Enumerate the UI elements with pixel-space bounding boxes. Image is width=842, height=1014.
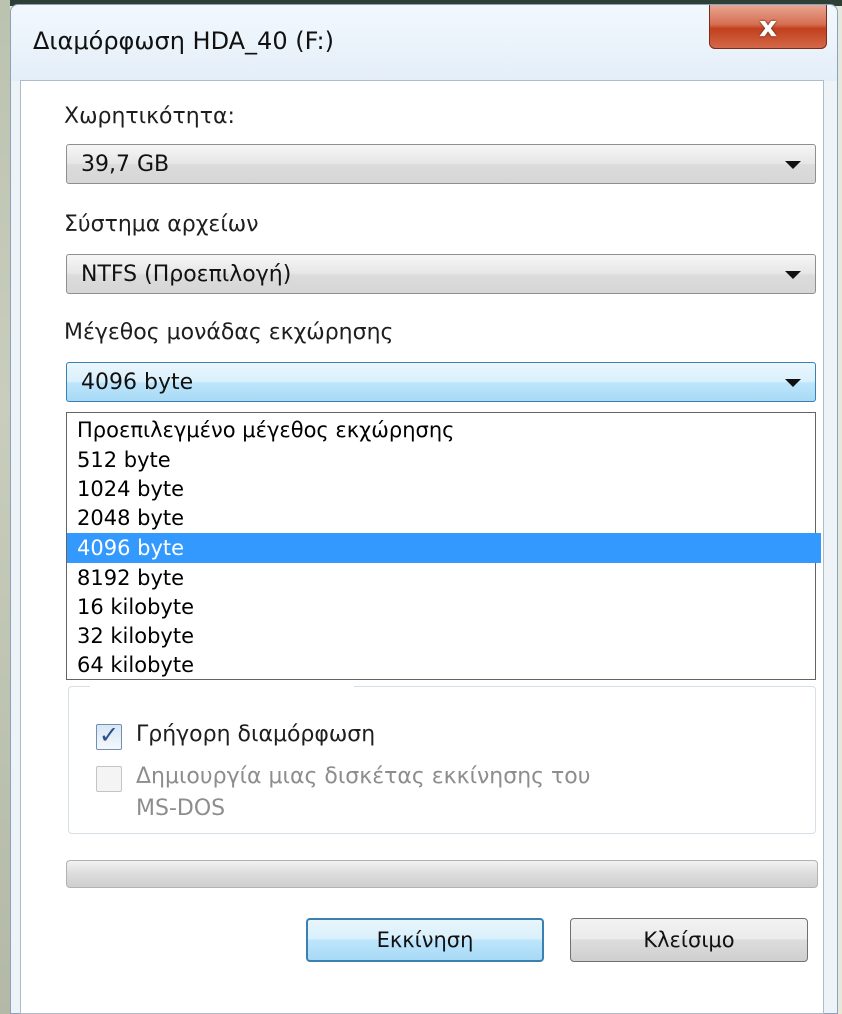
capacity-label: Χωρητικότητα: — [64, 104, 235, 129]
window-title: Διαμόρφωση HDA_40 (F:) — [33, 27, 334, 55]
capacity-value: 39,7 GB — [81, 152, 170, 177]
checkmark-icon: ✓ — [99, 721, 120, 749]
desktop-background — [0, 0, 10, 1014]
dropdown-option-64k[interactable]: 64 kilobyte — [67, 650, 821, 680]
chevron-down-icon — [785, 161, 801, 169]
close-icon: x — [758, 10, 778, 43]
msdos-disk-label-line1: Δημιουργία μιας δισκέτας εκκίνησης του — [136, 764, 591, 789]
dropdown-option-default[interactable]: Προεπιλεγμένο μέγεθος εκχώρησης — [67, 415, 821, 445]
filesystem-value: NTFS (Προεπιλογή) — [81, 262, 292, 287]
quick-format-checkbox[interactable]: ✓ — [96, 721, 122, 750]
msdos-disk-label-line2: MS-DOS — [136, 796, 226, 821]
msdos-disk-checkbox[interactable] — [96, 766, 122, 792]
allocation-dropdown-list[interactable]: Προεπιλεγμένο μέγεθος εκχώρησης 512 byte… — [66, 412, 821, 680]
chevron-down-icon — [785, 379, 801, 387]
allocation-label: Μέγεθος μονάδας εκχώρησης — [64, 320, 394, 345]
allocation-combobox[interactable]: 4096 byte — [66, 362, 816, 402]
chevron-down-icon — [785, 271, 801, 279]
dropdown-option-2048[interactable]: 2048 byte — [67, 503, 821, 533]
dropdown-option-32k[interactable]: 32 kilobyte — [67, 621, 821, 651]
close-dialog-button[interactable]: Κλείσιμο — [570, 918, 808, 962]
start-button[interactable]: Εκκίνηση — [306, 918, 544, 962]
capacity-combobox[interactable]: 39,7 GB — [66, 144, 816, 184]
filesystem-combobox[interactable]: NTFS (Προεπιλογή) — [66, 254, 816, 294]
close-button[interactable]: x — [709, 5, 827, 49]
dropdown-option-512[interactable]: 512 byte — [67, 445, 821, 475]
quick-format-label: Γρήγορη διαμόρφωση — [136, 722, 376, 747]
filesystem-label: Σύστημα αρχείων — [64, 212, 259, 237]
title-bar[interactable]: Διαμόρφωση HDA_40 (F:) x — [11, 5, 837, 81]
dropdown-option-8192[interactable]: 8192 byte — [67, 563, 821, 593]
allocation-value: 4096 byte — [81, 370, 194, 395]
dropdown-option-16k[interactable]: 16 kilobyte — [67, 592, 821, 622]
format-progress-bar — [66, 860, 818, 888]
dropdown-option-1024[interactable]: 1024 byte — [67, 474, 821, 504]
dropdown-option-4096[interactable]: 4096 byte — [67, 533, 821, 563]
